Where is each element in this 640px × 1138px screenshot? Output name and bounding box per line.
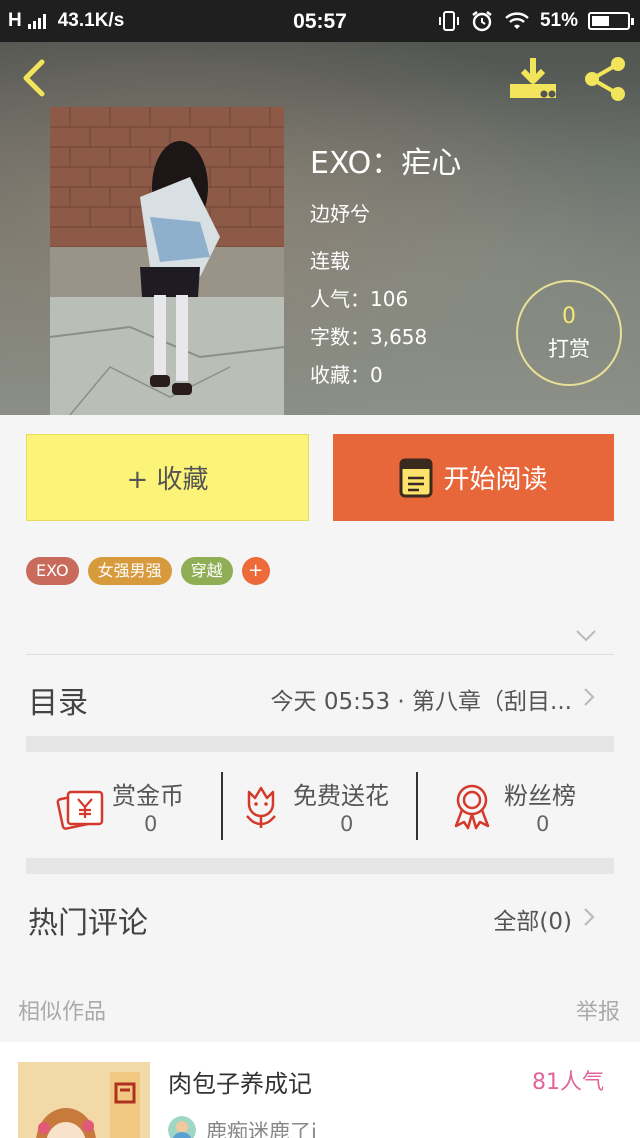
book-icon <box>399 458 433 497</box>
alarm-icon <box>472 11 492 32</box>
book-cover[interactable] <box>50 107 284 415</box>
reward-count: 0 <box>562 304 576 329</box>
hot-comments-row: 热门评论 全部(0) <box>26 876 614 960</box>
tag-item[interactable]: EXO <box>26 557 79 585</box>
stat-name: 免费送花 <box>293 782 389 810</box>
stat-coins[interactable]: 赏金币 0 <box>26 766 222 846</box>
book-title: EXO：疟心 <box>310 146 462 181</box>
chevron-down-icon[interactable] <box>574 626 598 646</box>
tag-item[interactable]: 女强男强 <box>87 557 172 585</box>
vibrate-icon <box>438 11 459 31</box>
stat-count: 0 <box>340 812 354 836</box>
tag-list: EXO 女强男强 穿越 + <box>26 557 270 585</box>
section-separator <box>26 736 614 752</box>
red-envelope-icon <box>56 790 104 830</box>
stat-name: 赏金币 <box>112 782 184 810</box>
wifi-icon <box>505 12 529 29</box>
stat-fans[interactable]: 粉丝榜 0 <box>418 766 614 846</box>
battery-fill <box>592 16 610 26</box>
start-reading-label: 开始阅读 <box>443 465 548 495</box>
reward-button[interactable]: 0 打赏 <box>516 280 622 386</box>
stat-flowers[interactable]: 免费送花 0 <box>223 766 417 846</box>
section-divider <box>26 654 614 655</box>
toc-label: 目录 <box>28 686 88 721</box>
stat-count: 0 <box>536 812 550 836</box>
similar-works-label: 相似作品 <box>18 1000 107 1025</box>
download-icon[interactable] <box>506 54 560 102</box>
support-stats: 赏金币 0 免费送花 0 粉丝榜 0 <box>26 766 614 846</box>
serial-status: 连载 <box>310 249 350 273</box>
similar-book-title: 肉包子养成记 <box>168 1070 312 1098</box>
add-to-favorites-button[interactable]: + 收藏 <box>26 434 309 521</box>
report-link[interactable]: 举报 <box>576 994 620 1026</box>
share-icon[interactable] <box>580 54 630 104</box>
start-reading-button[interactable]: 开始阅读 <box>333 434 614 521</box>
latest-chapter: 今天 05:53 · 第八章（刮目... <box>270 689 572 715</box>
back-arrow-icon[interactable] <box>14 56 54 100</box>
status-icons: 51% <box>438 9 634 33</box>
popularity-count: 人气：106 <box>310 287 409 311</box>
stat-name: 粉丝榜 <box>504 782 576 810</box>
stat-count: 0 <box>144 812 158 836</box>
table-of-contents-row[interactable]: 目录 今天 05:53 · 第八章（刮目... <box>26 656 614 736</box>
chevron-right-icon[interactable] <box>582 906 596 928</box>
reward-label: 打赏 <box>548 337 590 361</box>
medal-icon <box>454 784 490 830</box>
section-separator <box>26 858 614 874</box>
similar-book-author: 鹿痴迷鹿了i <box>206 1120 317 1138</box>
avatar <box>168 1116 196 1138</box>
favorites-button-label: + 收藏 <box>126 465 209 495</box>
chevron-right-icon <box>584 688 595 706</box>
battery-percent: 51% <box>539 10 578 31</box>
tag-item[interactable]: 穿越 <box>180 557 233 585</box>
word-count: 字数：3,658 <box>310 325 428 349</box>
book-author[interactable]: 边妤兮 <box>310 198 370 227</box>
similar-book-cover <box>18 1062 150 1138</box>
battery-icon <box>588 12 634 30</box>
status-bar: H 43.1K/s 05:57 51% <box>0 0 640 42</box>
hot-comments-title: 热门评论 <box>28 906 148 941</box>
similar-book-popularity: 81人气 <box>532 1070 604 1095</box>
flower-icon <box>246 786 276 828</box>
favorites-count: 收藏：0 <box>310 363 383 387</box>
all-comments-link[interactable]: 全部(0) <box>493 902 572 936</box>
add-tag-button[interactable]: + <box>241 557 270 585</box>
similar-book-item[interactable]: 肉包子养成记 81人气 鹿痴迷鹿了i <box>0 1042 640 1138</box>
